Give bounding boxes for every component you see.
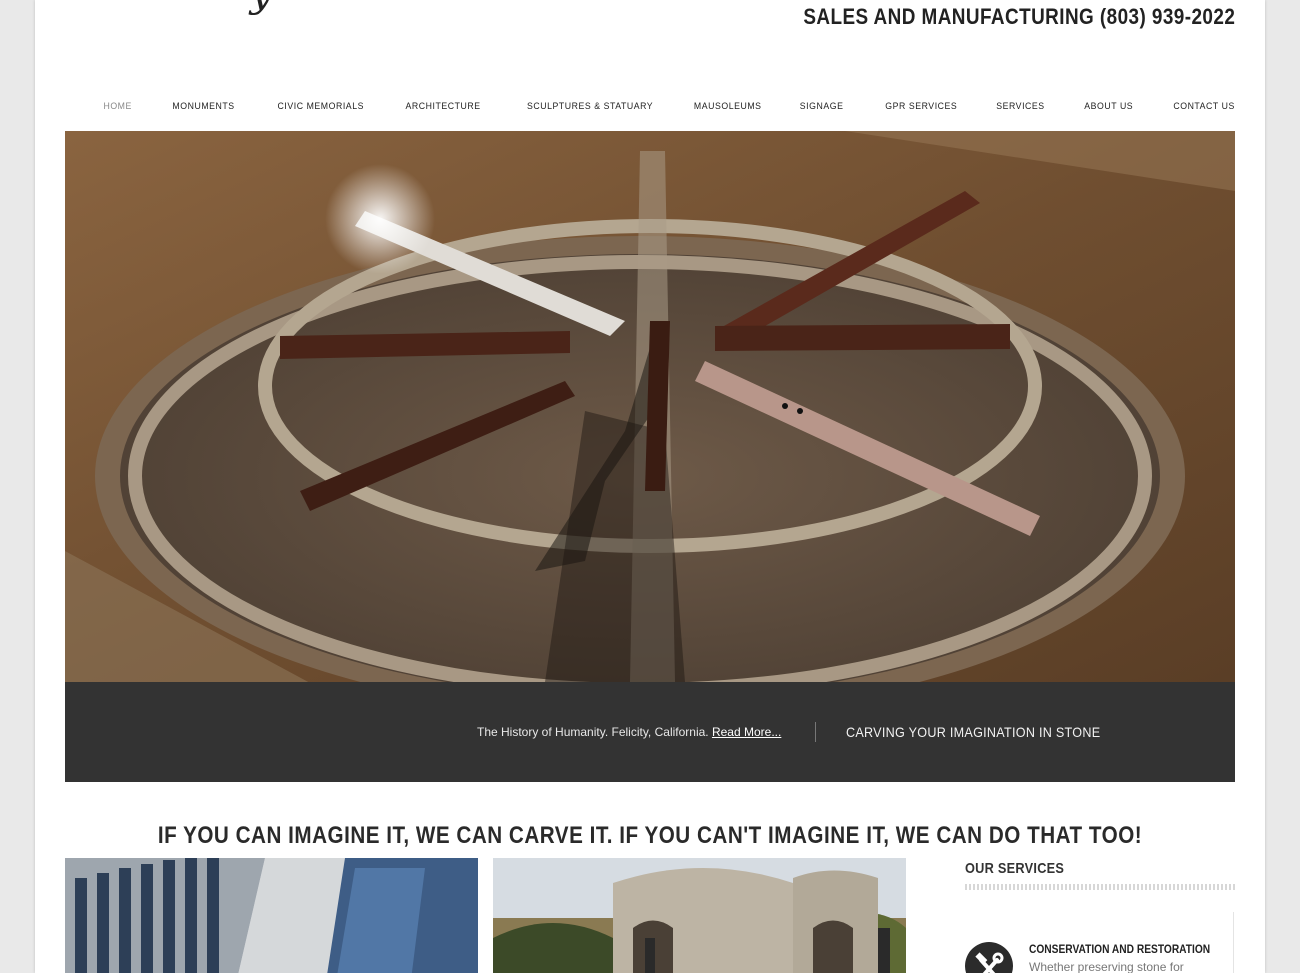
caption-divider [815,722,816,742]
read-more-link[interactable]: Read More... [712,725,781,739]
project-thumbnail-memorial[interactable] [493,858,906,973]
service-card-conservation[interactable]: CONSERVATION AND RESTORATION Whether pre… [965,912,1234,973]
slide-caption-bar: The History of Humanity. Felicity, Calif… [65,682,1235,782]
service-name: CONSERVATION AND RESTORATION [1029,942,1211,956]
project-thumbnail-building[interactable] [65,858,478,973]
nav-item-civic-memorials[interactable]: CIVIC MEMORIALS [245,101,364,112]
services-heading: OUR SERVICES [965,860,1065,877]
site-logo[interactable]: y [250,0,273,16]
nav-item-contact-us[interactable]: CONTACT US [1141,101,1235,112]
nav-item-home[interactable]: HOME [72,101,133,112]
hammer-wrench-icon [965,942,1013,973]
hero-slide-image[interactable] [65,131,1235,682]
nav-item-signage[interactable]: SIGNAGE [768,101,844,112]
services-divider [965,884,1235,890]
nav-item-architecture[interactable]: ARCHITECTURE [373,101,481,112]
nav-item-services[interactable]: SERVICES [964,101,1045,112]
service-description: Whether preserving stone for [1029,960,1184,973]
memorial-monument-photo [493,858,906,973]
nav-item-about-us[interactable]: ABOUT US [1052,101,1133,112]
memorial-aerial-photo [65,131,1235,682]
page-container: y SALES AND MANUFACTURING (803) 939-2022… [35,0,1265,973]
slide-caption: The History of Humanity. Felicity, Calif… [477,725,781,739]
slide-caption-text: The History of Humanity. Felicity, Calif… [477,725,712,739]
nav-item-sculptures-statuary[interactable]: SCULPTURES & STATUARY [494,101,653,112]
sales-phone-line: SALES AND MANUFACTURING (803) 939-2022 [803,4,1235,29]
main-headline: IF YOU CAN IMAGINE IT, WE CAN CARVE IT. … [157,822,1143,849]
tagline: CARVING YOUR IMAGINATION IN STONE [846,724,1101,740]
nav-item-monuments[interactable]: MONUMENTS [141,101,235,112]
main-navigation: HOME MONUMENTS CIVIC MEMORIALS ARCHITECT… [66,101,1235,112]
nav-item-gpr-services[interactable]: GPR SERVICES [853,101,957,112]
glass-building-photo [65,858,478,973]
nav-item-mausoleums[interactable]: MAUSOLEUMS [662,101,762,112]
